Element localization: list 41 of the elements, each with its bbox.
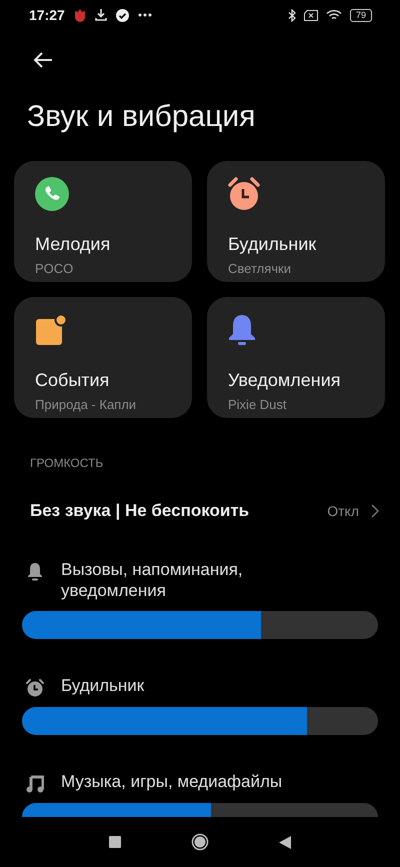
bluetooth-icon [288, 8, 296, 22]
card-title: Будильник [228, 234, 316, 255]
volume-slider[interactable] [22, 611, 378, 639]
row-value: Откл [327, 503, 359, 519]
event-icon [35, 314, 67, 346]
page-title: Звук и вибрация [26, 99, 256, 135]
music-note-icon [26, 775, 44, 793]
card-subtitle: Светлячки [228, 261, 291, 276]
battery-indicator: 79 [350, 8, 372, 22]
card-title: События [35, 370, 110, 391]
bell-icon [228, 314, 256, 346]
ringtone-card[interactable]: Будильник Светлячки [207, 161, 385, 282]
slider-label: Вызовы, напоминания, уведомления [61, 559, 244, 601]
card-subtitle: POCO [35, 261, 74, 276]
alarm-clock-icon [26, 679, 44, 697]
home-icon[interactable] [191, 833, 209, 851]
app-notification-icon [74, 8, 86, 22]
no-sim-icon [304, 10, 318, 20]
card-subtitle: Природа - Капли [35, 397, 136, 412]
ringtone-card[interactable]: Уведомления Pixie Dust [207, 297, 385, 418]
row-label: Без звука | Не беспокоить [30, 501, 250, 521]
clock-time: 17:27 [29, 7, 65, 23]
phone-icon [35, 177, 69, 211]
card-subtitle: Pixie Dust [228, 397, 287, 412]
ringtone-card[interactable]: События Природа - Капли [14, 297, 192, 418]
back-icon[interactable] [279, 836, 291, 848]
wifi-icon [326, 9, 342, 21]
volume-slider[interactable] [22, 707, 378, 735]
card-title: Мелодия [35, 234, 110, 255]
section-header: ГРОМКОСТЬ [30, 456, 104, 470]
bell-icon [27, 563, 43, 581]
alarm-clock-icon [228, 177, 260, 211]
more-dots-icon [138, 13, 152, 17]
slider-label: Музыка, игры, медиафайлы [61, 771, 284, 792]
settings-row[interactable]: Без звука | Не беспокоить Откл [30, 501, 386, 521]
check-circle-icon [116, 8, 129, 22]
chevron-right-icon [371, 504, 379, 518]
card-title: Уведомления [228, 370, 341, 391]
download-icon [94, 9, 107, 21]
slider-label: Будильник [61, 675, 146, 696]
ringtone-card[interactable]: Мелодия POCO [14, 161, 192, 282]
